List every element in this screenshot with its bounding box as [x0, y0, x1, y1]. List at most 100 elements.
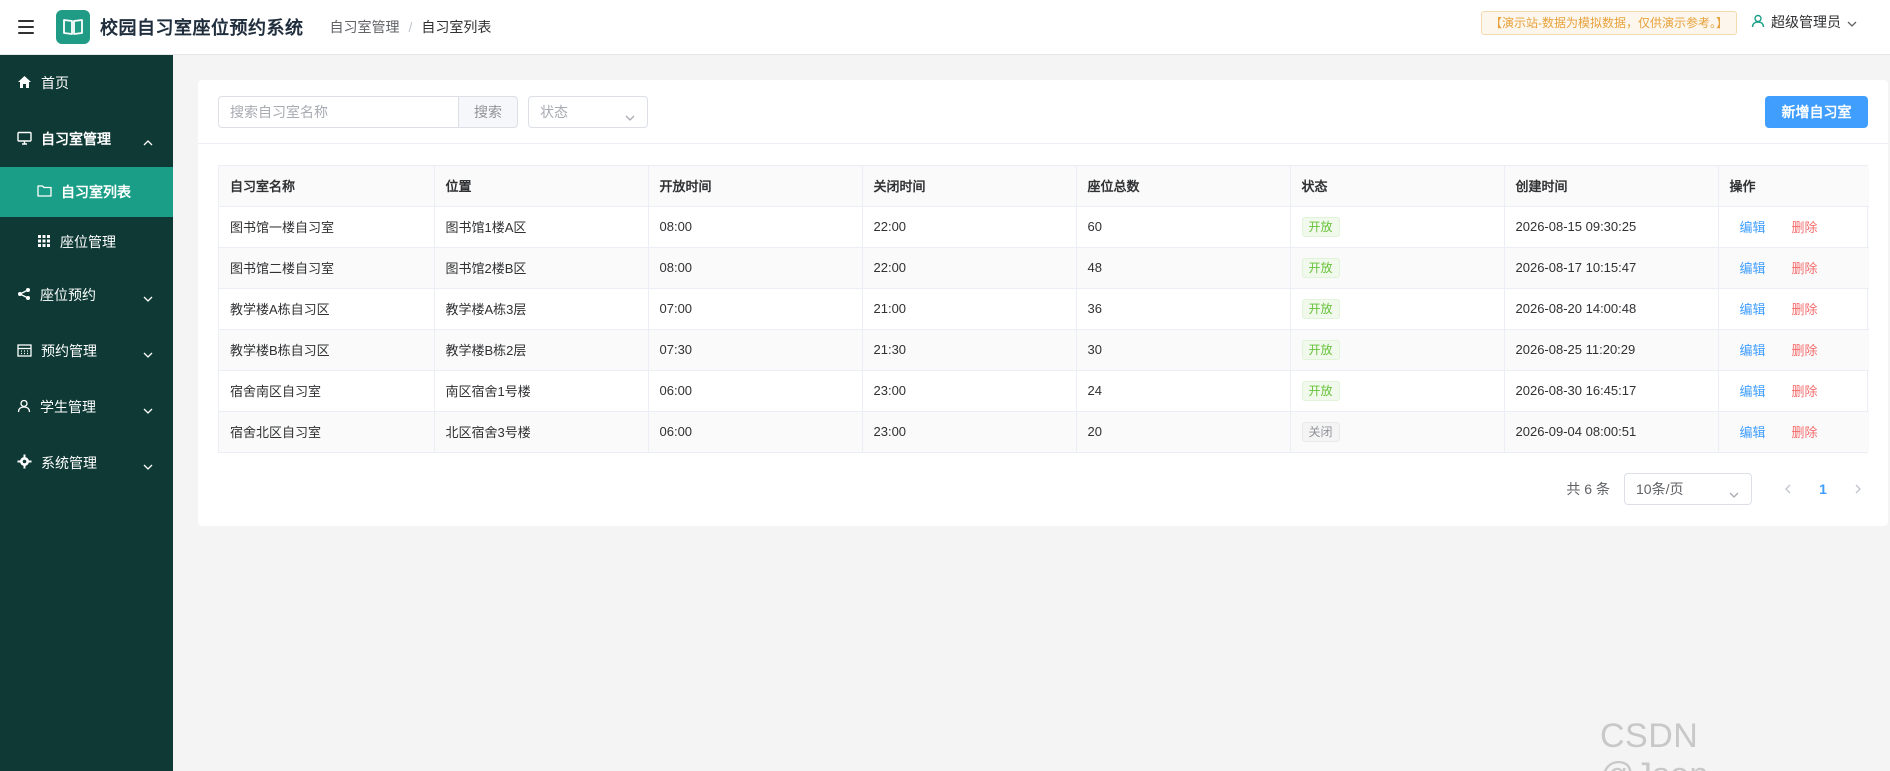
room-name-cell: 教学楼A栋自习区: [219, 288, 435, 330]
demo-notice-banner: 【演示站-数据为模拟数据，仅供演示参考。】: [1481, 11, 1737, 35]
column-header: 位置: [434, 166, 649, 207]
close-time-cell: 23:00: [862, 411, 1077, 452]
chevron-down-icon: [1729, 485, 1739, 501]
prev-page-icon[interactable]: [1778, 484, 1798, 494]
delete-button[interactable]: 删除: [1792, 220, 1818, 235]
open-time-cell: 08:00: [648, 206, 863, 248]
open-time-cell: 07:00: [648, 288, 863, 330]
top-header: 校园自习室座位预约系统 自习室管理 / 自习室列表 【演示站-数据为模拟数据，仅…: [0, 0, 1890, 55]
edit-button[interactable]: 编辑: [1740, 343, 1766, 358]
delete-button[interactable]: 删除: [1792, 425, 1818, 440]
chevron-down-icon: [143, 401, 153, 417]
delete-button[interactable]: 删除: [1792, 302, 1818, 317]
sidebar-item-label: 座位管理: [60, 234, 116, 250]
pagination: 共 6 条 10条/页 1: [1566, 473, 1868, 505]
filter-toolbar: 搜索 状态 新增自习室: [198, 80, 1888, 144]
actions-cell: 编辑 删除: [1718, 411, 1869, 452]
status-select-placeholder: 状态: [540, 104, 568, 120]
room-name-cell: 图书馆一楼自习室: [219, 206, 435, 248]
location-cell: 北区宿舍3号楼: [434, 411, 649, 452]
close-time-cell: 21:00: [862, 288, 1077, 330]
edit-button[interactable]: 编辑: [1740, 220, 1766, 235]
status-badge: 开放: [1301, 339, 1340, 360]
column-header: 关闭时间: [862, 166, 1077, 207]
status-badge: 关闭: [1301, 421, 1340, 442]
user-menu[interactable]: 超级管理员: [1751, 12, 1857, 32]
close-time-cell: 22:00: [862, 206, 1077, 248]
breadcrumb-item-room-management[interactable]: 自习室管理: [330, 17, 400, 37]
edit-button[interactable]: 编辑: [1740, 302, 1766, 317]
sidebar-item-student-management[interactable]: 学生管理: [0, 379, 173, 435]
seat-count-cell: 36: [1076, 288, 1291, 330]
column-header: 开放时间: [648, 166, 863, 207]
search-input[interactable]: [218, 96, 458, 128]
actions-cell: 编辑 删除: [1718, 329, 1869, 371]
location-cell: 南区宿舍1号楼: [434, 370, 649, 412]
breadcrumb: 自习室管理 / 自习室列表: [330, 17, 492, 37]
created-time-cell: 2026-09-04 08:00:51: [1504, 411, 1719, 452]
sidebar-item-label: 自习室管理: [41, 131, 111, 147]
delete-button[interactable]: 删除: [1792, 384, 1818, 399]
page-size-select[interactable]: 10条/页: [1624, 473, 1752, 505]
sidebar-item-seat-management[interactable]: 座位管理: [0, 217, 173, 267]
sidebar-item-label: 系统管理: [41, 455, 97, 471]
open-time-cell: 06:00: [648, 411, 863, 452]
status-badge: 开放: [1301, 298, 1340, 319]
sidebar-item-system-management[interactable]: 系统管理: [0, 435, 173, 491]
open-time-cell: 06:00: [648, 370, 863, 412]
status-cell: 开放: [1290, 329, 1505, 371]
column-header: 状态: [1290, 166, 1505, 207]
edit-button[interactable]: 编辑: [1740, 425, 1766, 440]
sidebar-item-booking-management[interactable]: 预约管理: [0, 323, 173, 379]
column-header: 自习室名称: [219, 166, 435, 207]
calendar-icon: [17, 343, 32, 360]
seat-count-cell: 24: [1076, 370, 1291, 412]
next-page-icon[interactable]: [1848, 484, 1868, 494]
status-badge: 开放: [1301, 257, 1340, 278]
created-time-cell: 2026-08-17 10:15:47: [1504, 247, 1719, 289]
sidebar-item-label: 座位预约: [40, 287, 96, 303]
search-button[interactable]: 搜索: [458, 96, 518, 128]
gear-icon: [17, 454, 32, 472]
edit-button[interactable]: 编辑: [1740, 384, 1766, 399]
open-time-cell: 07:30: [648, 329, 863, 371]
chevron-down-icon: [1847, 14, 1857, 30]
location-cell: 图书馆1楼A区: [434, 206, 649, 248]
room-table: 自习室名称 位置 开放时间 关闭时间 座位总数 状态 创建时间 操作 图书馆一楼…: [218, 165, 1869, 453]
app-title: 校园自习室座位预约系统: [100, 18, 304, 38]
chevron-down-icon: [143, 345, 153, 361]
menu-toggle-icon[interactable]: [18, 20, 40, 34]
page-number-current[interactable]: 1: [1808, 481, 1838, 497]
location-cell: 教学楼B栋2层: [434, 329, 649, 371]
user-icon: [1751, 14, 1765, 31]
total-count: 共 6 条: [1566, 481, 1610, 497]
sidebar-item-home[interactable]: 首页: [0, 55, 173, 111]
delete-button[interactable]: 删除: [1792, 343, 1818, 358]
table-header-row: 自习室名称 位置 开放时间 关闭时间 座位总数 状态 创建时间 操作: [219, 166, 1869, 207]
room-name-cell: 教学楼B栋自习区: [219, 329, 435, 371]
status-badge: 开放: [1301, 216, 1340, 237]
delete-button[interactable]: 删除: [1792, 261, 1818, 276]
status-cell: 开放: [1290, 288, 1505, 330]
add-room-button[interactable]: 新增自习室: [1765, 96, 1868, 128]
seat-count-cell: 48: [1076, 247, 1291, 289]
chevron-up-icon: [143, 133, 153, 149]
room-name-cell: 图书馆二楼自习室: [219, 247, 435, 289]
status-badge: 开放: [1301, 380, 1340, 401]
actions-cell: 编辑 删除: [1718, 370, 1869, 412]
table-row: 教学楼A栋自习区 教学楼A栋3层 07:00 21:00 36 开放 2026-…: [219, 288, 1869, 330]
created-time-cell: 2026-08-20 14:00:48: [1504, 288, 1719, 330]
page-size-value: 10条/页: [1636, 481, 1684, 497]
edit-button[interactable]: 编辑: [1740, 261, 1766, 276]
chevron-down-icon: [143, 457, 153, 473]
status-select[interactable]: 状态: [528, 96, 648, 128]
sidebar-item-label: 自习室列表: [61, 184, 131, 200]
sidebar-item-seat-booking[interactable]: 座位预约: [0, 267, 173, 323]
grid-icon: [37, 234, 51, 251]
sidebar-item-room-management[interactable]: 自习室管理: [0, 111, 173, 167]
status-cell: 开放: [1290, 206, 1505, 248]
sidebar-item-room-list[interactable]: 自习室列表: [0, 167, 173, 217]
actions-cell: 编辑 删除: [1718, 206, 1869, 248]
table-row: 宿舍北区自习室 北区宿舍3号楼 06:00 23:00 20 关闭 2026-0…: [219, 411, 1869, 452]
open-time-cell: 08:00: [648, 247, 863, 289]
